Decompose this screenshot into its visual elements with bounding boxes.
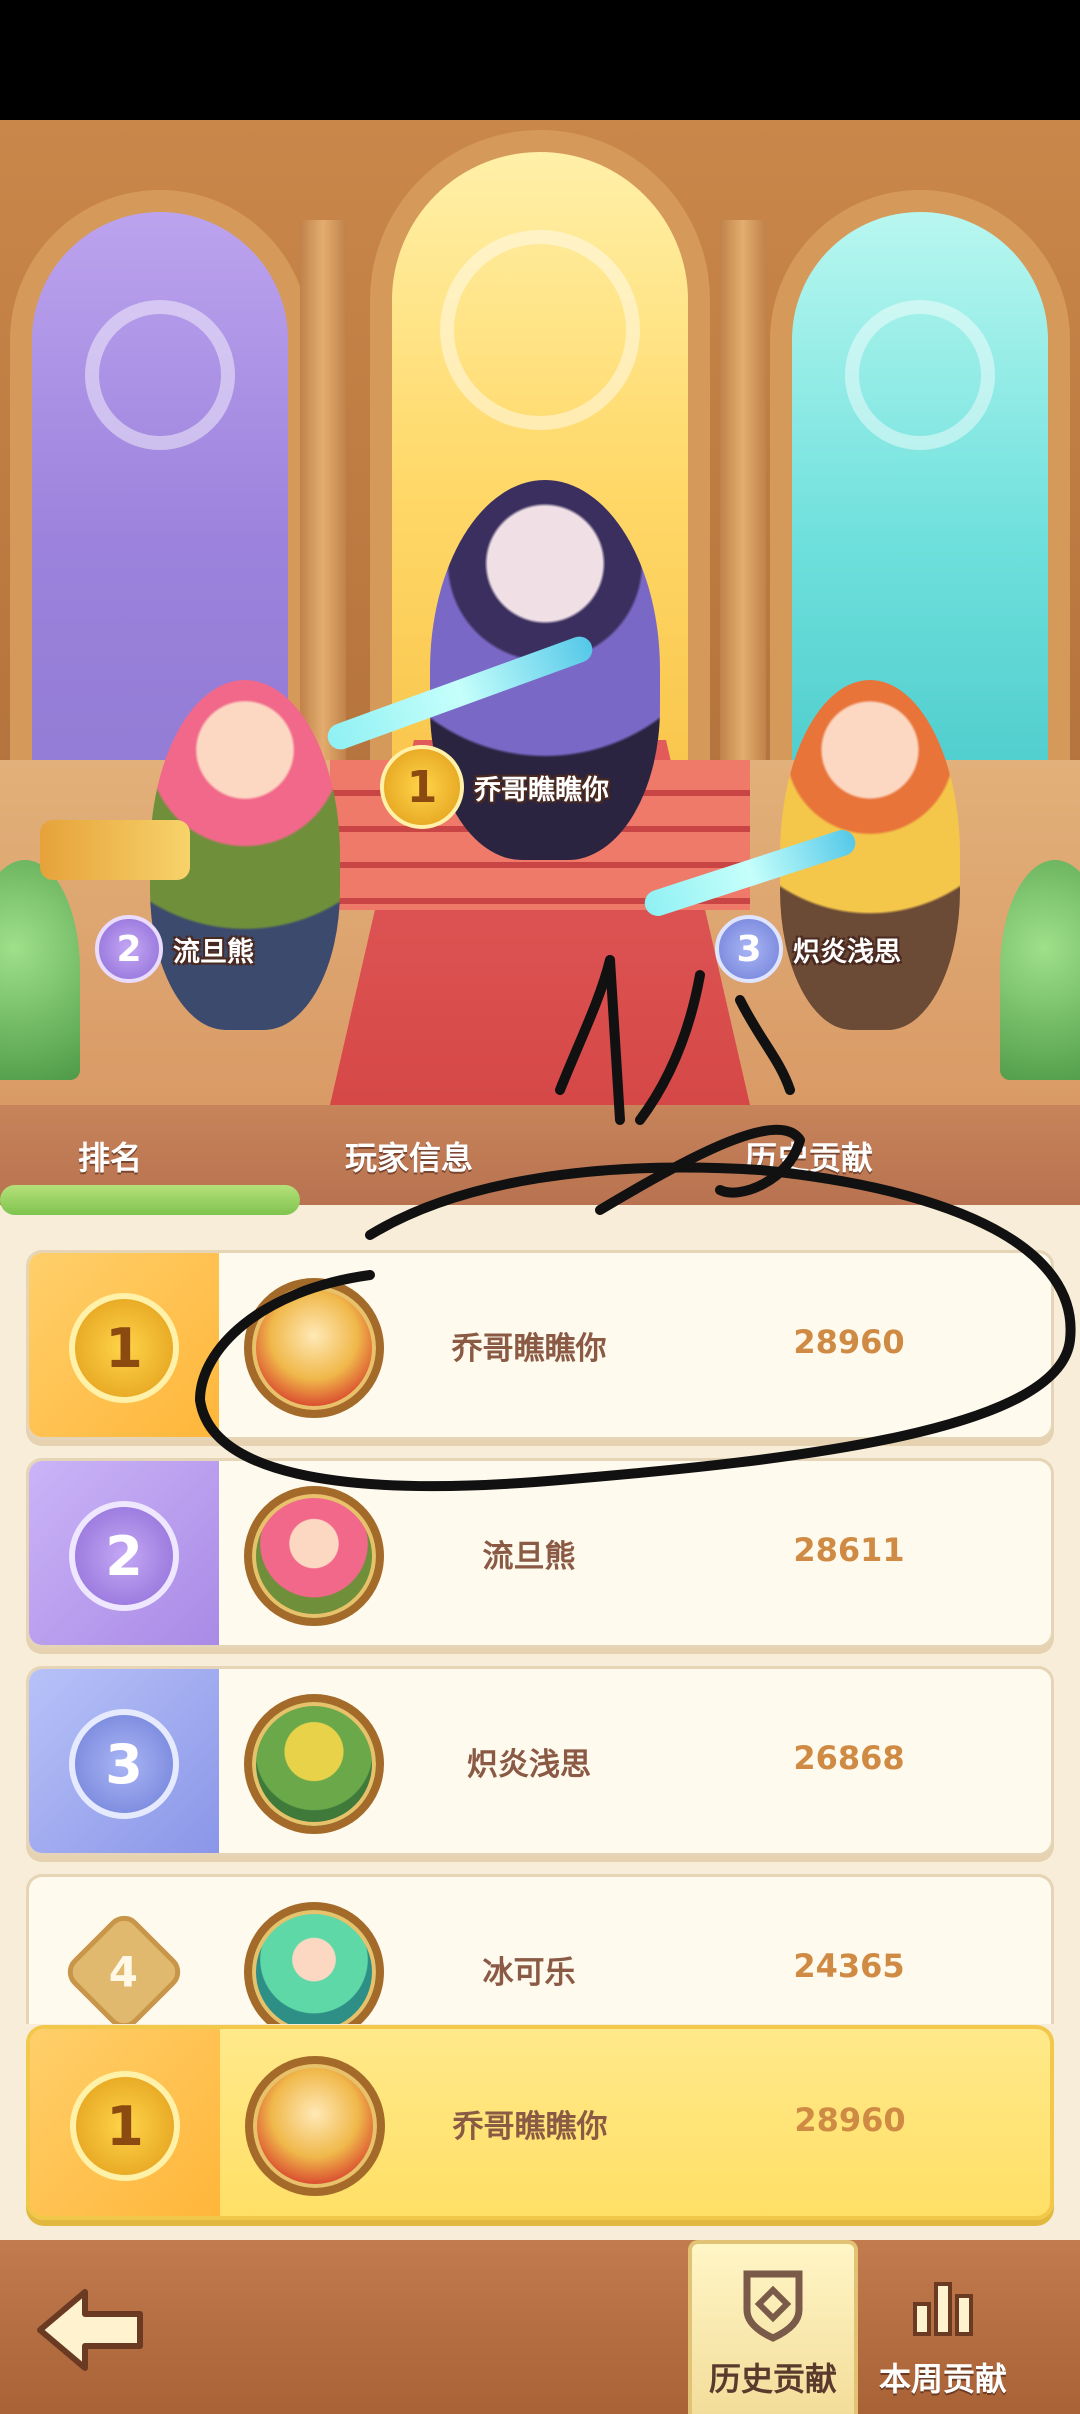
rank-number: 3 [69,1709,179,1819]
header-player: 玩家信息 [345,1139,474,1177]
podium-name-3: 炽炎浅思 [793,936,901,968]
player-score: 26868 [793,1739,905,1777]
player-name: 乔哥瞧瞧你 [452,2109,608,2145]
rosette-center [440,230,640,430]
gold-medal-icon: 1 [49,1283,199,1413]
player-score: 28960 [794,2101,906,2139]
gold-medal-icon: 1 [50,2061,200,2191]
podium-name-1: 乔哥瞧瞧你 [474,774,609,806]
tab-weekly-contribution[interactable]: 本周贡献 [858,2240,1028,2414]
player-score: 28960 [793,1323,905,1361]
rank-number: 2 [69,1501,179,1611]
rank-number: 1 [70,2071,180,2181]
status-bar [0,0,1080,120]
gold-medal-icon: 1 [380,745,464,829]
player-name: 流旦熊 [482,1539,576,1575]
podium-badge-1: 1 乔哥瞧瞧你 [380,745,609,829]
player-name: 冰可乐 [482,1955,576,1991]
table-row[interactable]: 4 冰可乐 24365 [26,1874,1054,2024]
bronze-medal-icon: 3 [49,1699,199,1829]
avatar[interactable] [244,1902,384,2024]
avatar[interactable] [244,1694,384,1834]
player-score: 24365 [793,1947,905,1985]
podium-badge-2: 2 流旦熊 [95,915,254,983]
player-score: 28611 [793,1531,905,1569]
podium-badge-3: 3 炽炎浅思 [715,915,901,983]
rosette-left [85,300,235,450]
podium-scene: 1 乔哥瞧瞧你 2 流旦熊 3 炽炎浅思 [0,120,1080,1105]
shield-icon [733,2264,813,2348]
avatar[interactable] [244,1278,384,1418]
bronze-medal-icon: 3 [715,915,783,983]
grass-decoration [0,1185,300,1215]
avatar[interactable] [245,2056,385,2196]
player-name: 乔哥瞧瞧你 [451,1331,607,1367]
diamond-badge-icon: 4 [60,1908,188,2024]
table-row[interactable]: 2 流旦熊 28611 [26,1458,1054,1648]
weapon [40,820,190,880]
table-row[interactable]: 1 乔哥瞧瞧你 28960 [26,1250,1054,1440]
tab-label: 历史贡献 [708,2360,837,2398]
silver-medal-icon: 2 [49,1491,199,1621]
bar-chart-icon [903,2264,983,2348]
header-score: 历史贡献 [745,1139,874,1177]
player-name: 炽炎浅思 [467,1747,591,1783]
rosette-right [845,300,995,450]
silver-medal-icon: 2 [95,915,163,983]
rank-number: 1 [69,1293,179,1403]
header-rank: 排名 [78,1139,143,1177]
table-row[interactable]: 3 炽炎浅思 26868 [26,1666,1054,1856]
tab-history-contribution[interactable]: 历史贡献 [688,2240,858,2414]
tab-label: 本周贡献 [878,2360,1007,2398]
avatar[interactable] [244,1486,384,1626]
rank-number: 4 [109,1947,139,1997]
bottom-nav: 历史贡献 本周贡献 [0,2240,1080,2414]
my-rank-row[interactable]: 1 乔哥瞧瞧你 28960 [26,2025,1054,2220]
podium-name-2: 流旦熊 [173,936,254,968]
back-arrow-icon[interactable] [30,2280,150,2380]
rank-4-badge: 4 [49,1907,199,2024]
